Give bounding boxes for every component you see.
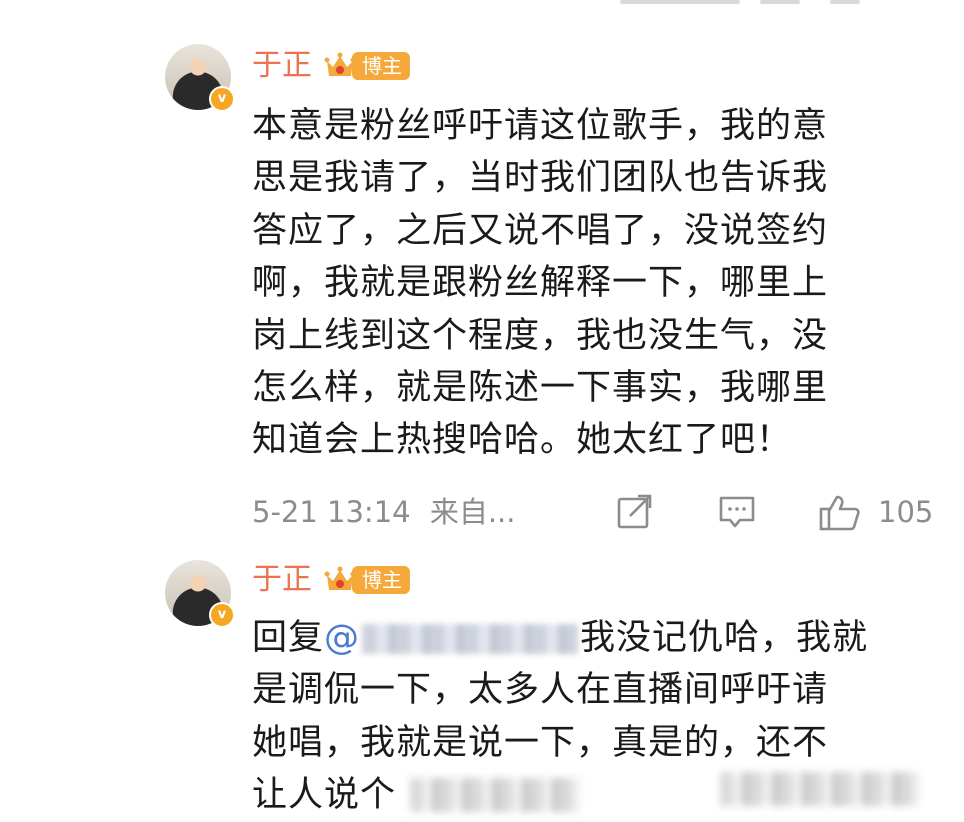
comment-icon: [719, 496, 755, 528]
avatar[interactable]: v: [165, 44, 235, 112]
comment-text: 本意是粉丝呼吁请这位歌手，我的意 思是我请了，当时我们团队也告诉我 答应了，之后…: [252, 100, 912, 467]
blogger-badge-label: 博主: [352, 566, 410, 594]
comment-button[interactable]: [718, 494, 756, 540]
comment-line: 知道会上热搜哈哈。她太红了吧！: [252, 420, 793, 461]
comment-line: 本意是粉丝呼吁请这位歌手，我的意: [252, 106, 829, 146]
comment-meta-row: 5-21 13:14 来自... 105: [252, 492, 942, 532]
reply-line-text: 我没记仇哈，我就: [580, 618, 869, 658]
name-row: 于正 博主: [252, 48, 410, 84]
share-button[interactable]: [616, 494, 654, 540]
like-button[interactable]: [818, 494, 862, 542]
blurred-region: [720, 772, 920, 806]
reply-line: 回复@ 我没记仇哈，我就: [252, 612, 912, 664]
comment-line: 思是我请了，当时我们团队也告诉我: [252, 158, 829, 199]
like-icon: [819, 495, 860, 531]
blurred-region: [410, 778, 580, 812]
verified-v-icon: v: [209, 602, 235, 628]
avatar[interactable]: v: [165, 560, 235, 628]
reply-line: 是调侃一下，太多人在直播间呼吁请: [252, 670, 829, 711]
blogger-badge: 博主: [324, 563, 410, 597]
share-icon: [617, 494, 652, 529]
blogger-badge: 博主: [324, 49, 410, 83]
name-row: 于正 博主: [252, 562, 410, 598]
comment-line: 啊，我就是跟粉丝解释一下，哪里上: [252, 263, 829, 304]
crown-icon: [324, 52, 356, 76]
crown-icon: [324, 566, 356, 590]
blurred-username: [362, 624, 579, 654]
at-symbol: @: [324, 618, 361, 658]
comment-timestamp: 5-21 13:14 来自...: [252, 492, 515, 532]
reply-prefix: 回复: [252, 618, 325, 658]
comment-line: 怎么样，就是陈述一下事实，我哪里: [252, 368, 829, 409]
reply-line: 她唱，我就是说一下，真是的，还不: [252, 722, 829, 763]
source-text[interactable]: 来自...: [430, 495, 516, 529]
timestamp-text: 5-21 13:14: [252, 495, 411, 529]
username[interactable]: 于正: [252, 562, 312, 598]
reply-line-text: 让人说个: [252, 775, 397, 816]
blogger-badge-label: 博主: [352, 52, 410, 80]
comment-line: 岗上线到这个程度，我也没生气，没: [252, 315, 829, 356]
verified-v-icon: v: [209, 86, 235, 112]
username[interactable]: 于正: [252, 48, 312, 84]
previous-item-residue: [0, 0, 964, 14]
comment-line: 答应了，之后又说不唱了，没说签约: [252, 210, 829, 251]
like-count: 105: [878, 495, 934, 529]
